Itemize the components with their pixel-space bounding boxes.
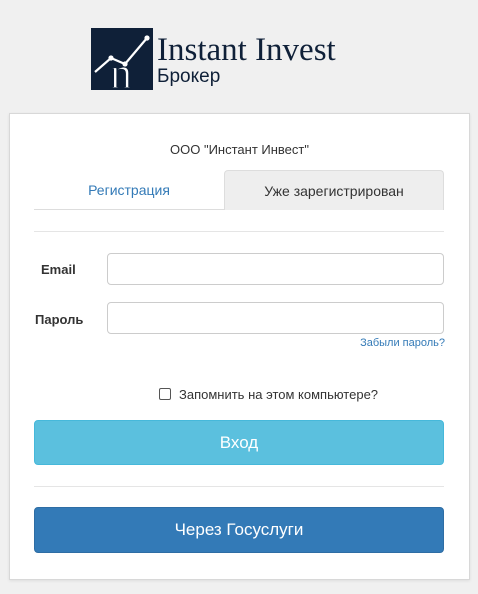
auth-tabs: Регистрация Уже зарегистрирован [34,170,444,210]
brand-subtitle: Брокер [157,66,221,87]
login-panel: ООО "Инстант Инвест" Регистрация Уже зар… [9,113,470,580]
email-field[interactable] [107,253,444,285]
gosuslugi-button[interactable]: Через Госуслуги [34,507,444,553]
tab-registration[interactable]: Регистрация [34,170,224,210]
remember-checkbox[interactable] [159,388,171,400]
brand-title: Instant Invest [157,32,336,68]
company-name: ООО "Инстант Инвест" [170,142,309,157]
remember-me[interactable]: Запомнить на этом компьютере? [159,386,378,402]
remember-label: Запомнить на этом компьютере? [179,386,379,402]
password-field[interactable] [107,302,444,334]
divider [34,231,444,232]
instant-invest-logo-icon: n [91,28,153,90]
password-label: Пароль [35,312,84,327]
login-button[interactable]: Вход [34,420,444,465]
brand-logo: n Instant Invest Брокер [91,28,381,92]
forgot-password-link[interactable]: Забыли пароль? [360,337,445,349]
tab-already-registered[interactable]: Уже зарегистрирован [224,170,444,210]
svg-text:n: n [110,49,132,90]
divider [34,486,444,487]
email-label: Email [41,262,76,277]
